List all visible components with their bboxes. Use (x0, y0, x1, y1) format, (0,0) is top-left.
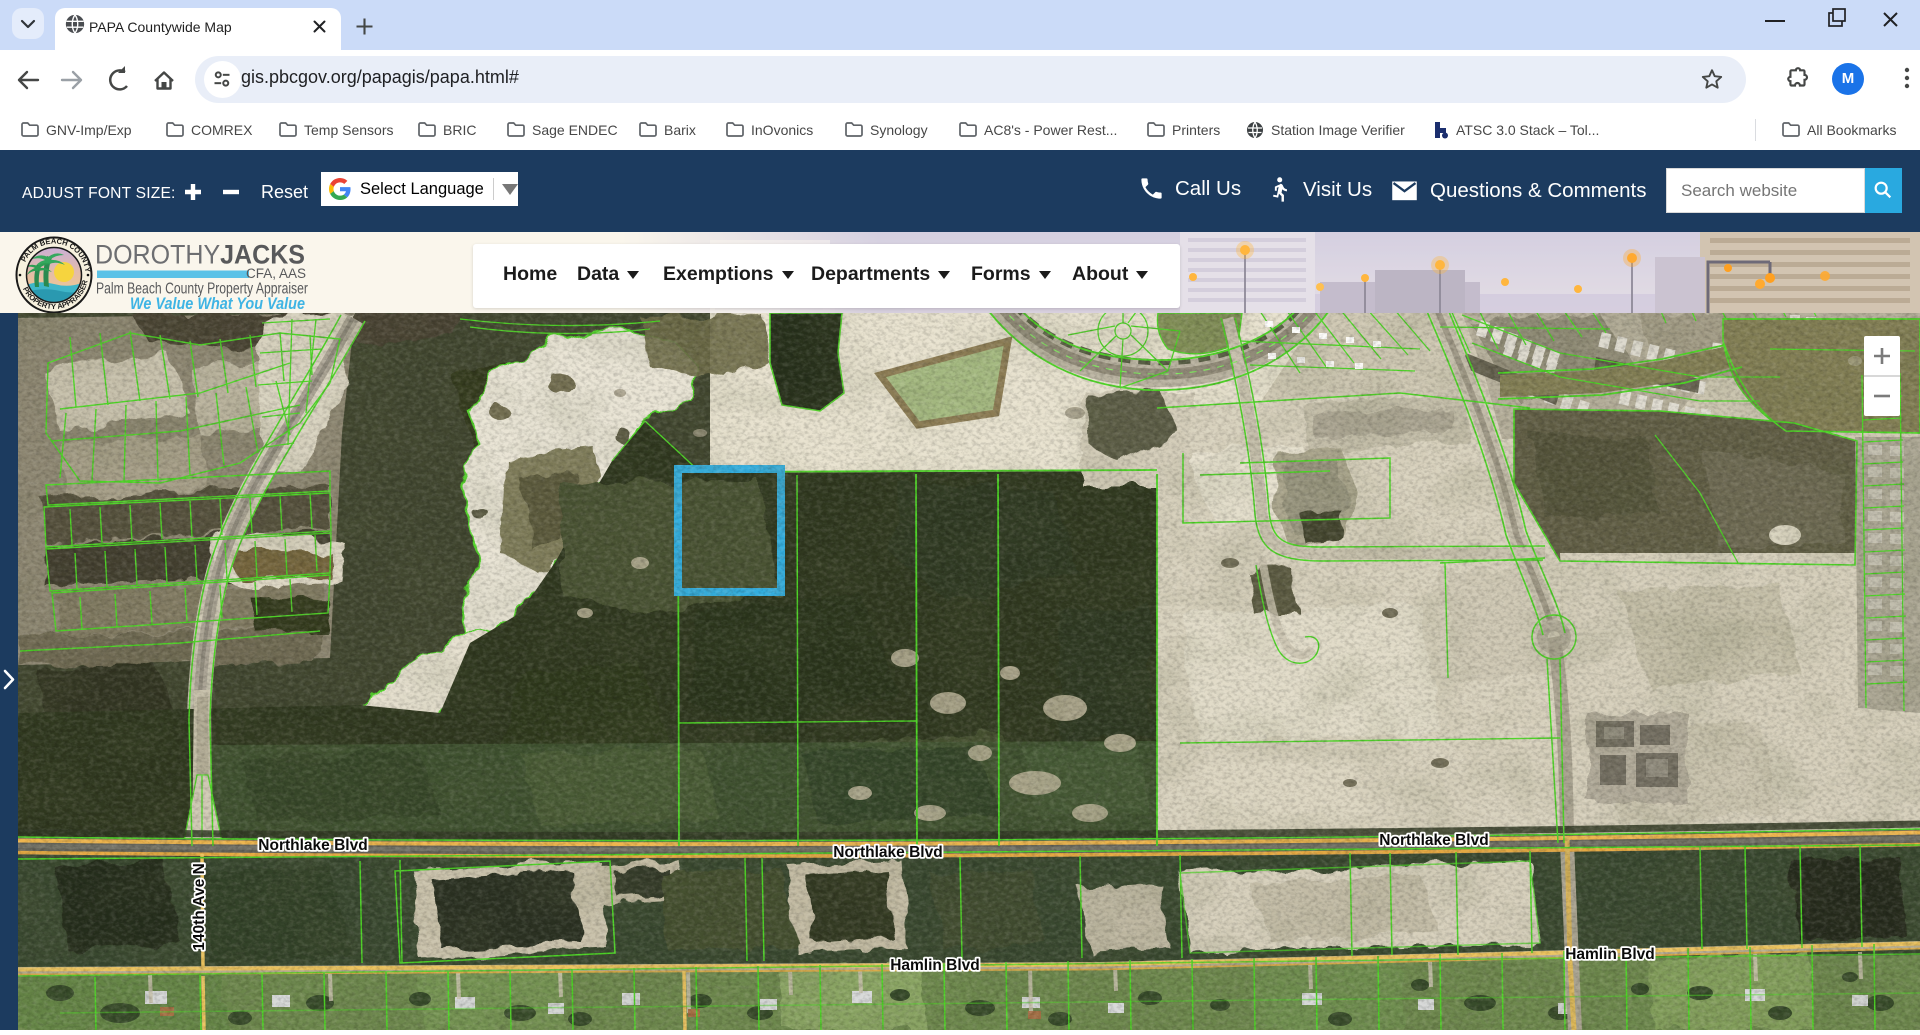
svg-text:Northlake Blvd: Northlake Blvd (258, 837, 367, 854)
svg-text:DOROTHYJACKS: DOROTHYJACKS (95, 240, 305, 270)
svg-text:CFA, AAS: CFA, AAS (246, 266, 306, 281)
svg-text:Hamlin Blvd: Hamlin Blvd (1565, 946, 1655, 963)
svg-text:Northlake Blvd: Northlake Blvd (833, 844, 942, 861)
svg-text:Northlake Blvd: Northlake Blvd (1379, 832, 1488, 849)
svg-text:Hamlin Blvd: Hamlin Blvd (890, 957, 980, 974)
svg-text:140th Ave N: 140th Ave N (191, 863, 208, 951)
svg-text:We Value What You Value: We Value What You Value (130, 295, 305, 313)
